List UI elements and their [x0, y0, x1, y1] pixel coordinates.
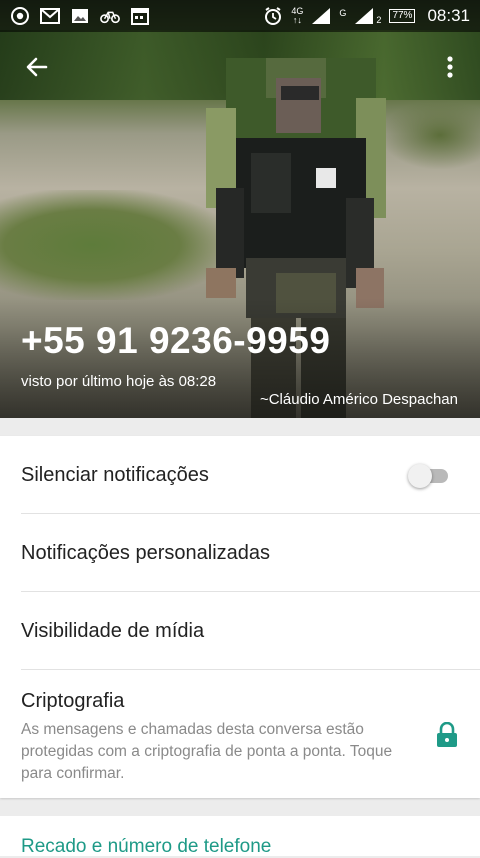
toggle-thumb	[408, 464, 432, 488]
media-visibility-row[interactable]: Visibilidade de mídia	[0, 592, 480, 670]
custom-notifications-row[interactable]: Notificações personalizadas	[0, 514, 480, 592]
lock-icon	[436, 721, 458, 748]
cycle-icon	[100, 7, 120, 25]
last-seen: visto por último hoje às 08:28	[21, 373, 217, 390]
sim-number: 2	[376, 14, 382, 25]
mute-toggle[interactable]	[408, 464, 448, 488]
gallery-icon	[70, 7, 90, 25]
network-type: 4G ↑↓	[291, 7, 303, 25]
custom-notifications-label: Notificações personalizadas	[21, 542, 271, 564]
encryption-row[interactable]: Criptografia As mensagens e chamadas des…	[0, 670, 480, 798]
alarm-icon	[263, 7, 283, 25]
media-visibility-label: Visibilidade de mídia	[21, 620, 205, 642]
clock: 08:31	[427, 6, 470, 25]
mute-notifications-row[interactable]: Silenciar notificações	[0, 436, 480, 514]
more-vert-icon	[446, 55, 454, 84]
signal-icon	[311, 7, 331, 25]
status-bar: 4G ↑↓ G 2 77% 08:31	[0, 0, 480, 32]
chrome-icon	[10, 7, 30, 25]
signal2-label: G	[339, 7, 347, 18]
contact-phone-number: +55 91 9236-9959	[21, 320, 331, 361]
more-options-button[interactable]	[436, 54, 464, 84]
back-button[interactable]	[22, 54, 52, 84]
network-sub: ↑↓	[292, 15, 302, 25]
push-name: ~Cláudio Américo Despachan	[259, 391, 458, 408]
arrow-left-icon	[24, 54, 50, 85]
photo-grass-right	[380, 100, 480, 170]
contact-settings-card: Silenciar notificações Notificações pers…	[0, 436, 480, 798]
gmail-icon	[40, 7, 60, 25]
about-section-label: Recado e número de telefone	[21, 836, 272, 857]
battery-indicator: 77%	[389, 9, 416, 23]
calendar-icon	[130, 7, 150, 25]
about-card: Recado e número de telefone	[0, 816, 480, 857]
photo-grass	[0, 190, 230, 300]
encryption-label: Criptografia	[21, 690, 125, 712]
encryption-description: As mensagens e chamadas desta conversa e…	[21, 721, 393, 782]
signal-icon-2	[354, 7, 374, 25]
